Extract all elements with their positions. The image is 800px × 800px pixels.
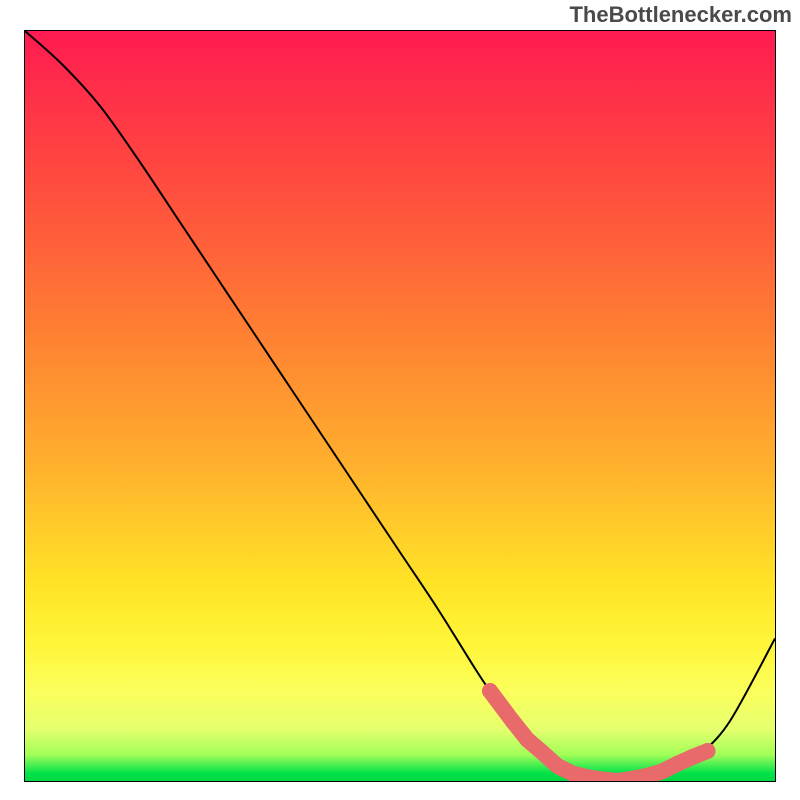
marker-dot bbox=[482, 683, 498, 699]
marker-dot bbox=[550, 758, 566, 774]
plot-frame bbox=[24, 30, 776, 782]
curve-line bbox=[25, 31, 775, 781]
marker-dot bbox=[700, 743, 716, 759]
marker-group bbox=[482, 683, 715, 781]
marker-dot bbox=[565, 766, 581, 781]
marker-dot bbox=[505, 713, 521, 729]
marker-dot bbox=[670, 756, 686, 772]
marker-dot bbox=[655, 763, 671, 779]
marker-dot bbox=[685, 749, 701, 765]
chart-svg bbox=[25, 31, 775, 781]
marker-dot bbox=[535, 745, 551, 761]
watermark-text: TheBottlenecker.com bbox=[569, 2, 792, 28]
marker-dot bbox=[520, 732, 536, 748]
chart-container: TheBottlenecker.com bbox=[0, 0, 800, 800]
